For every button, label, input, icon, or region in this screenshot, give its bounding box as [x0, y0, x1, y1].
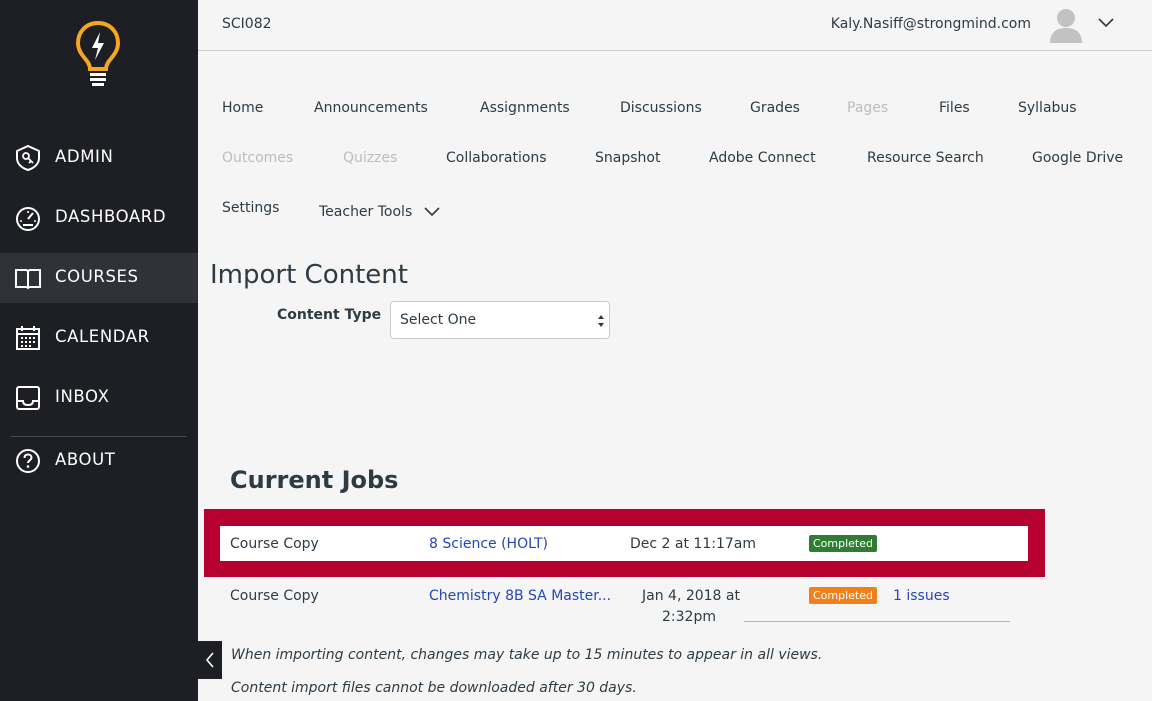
select-arrows-icon	[598, 315, 604, 327]
job-type: Course Copy	[230, 588, 319, 604]
sidebar-item-label: ADMIN	[55, 147, 114, 166]
sidebar-item-label: DASHBOARD	[55, 207, 167, 226]
course-nav-settings[interactable]: Settings	[222, 200, 279, 216]
question-icon	[16, 449, 40, 473]
page-title: Import Content	[210, 260, 408, 290]
status-badge: Completed	[809, 535, 877, 552]
import-note-delay: When importing content, changes may take…	[231, 647, 823, 663]
current-jobs-heading: Current Jobs	[230, 466, 399, 494]
global-sidebar: ADMIN DASHBOARD COURSES CALENDAR INBOX A…	[0, 0, 198, 701]
course-nav-google-drive[interactable]: Google Drive	[1032, 150, 1123, 166]
sidebar-item-about[interactable]: ABOUT	[0, 436, 198, 486]
sidebar-item-label: COURSES	[55, 267, 139, 286]
job-source-link[interactable]: Chemistry 8B SA Master...	[429, 588, 611, 604]
chevron-left-icon	[205, 652, 214, 668]
course-nav-outcomes: Outcomes	[222, 150, 294, 166]
course-nav-teacher-tools[interactable]: Teacher Tools	[319, 204, 441, 220]
course-nav-pages: Pages	[847, 100, 889, 116]
user-email[interactable]: Kaly.Nasiff@strongmind.com	[831, 16, 1031, 32]
content-type-label: Content Type	[277, 307, 382, 323]
chevron-down-icon[interactable]	[1097, 16, 1115, 30]
course-code[interactable]: SCI082	[222, 16, 272, 32]
dashboard-gauge-icon	[16, 207, 40, 231]
content-type-select[interactable]: Select One	[390, 301, 610, 339]
inbox-icon	[16, 386, 40, 410]
course-nav-resource-search[interactable]: Resource Search	[867, 150, 984, 166]
course-nav-quizzes: Quizzes	[343, 150, 398, 166]
sidebar-item-courses[interactable]: COURSES	[0, 253, 198, 303]
import-note-expiry: Content import files cannot be downloade…	[231, 680, 637, 696]
course-nav-snapshot[interactable]: Snapshot	[595, 150, 660, 166]
job-type: Course Copy	[230, 536, 319, 552]
job-date: Dec 2 at 11:17am	[630, 536, 756, 552]
avatar[interactable]	[1049, 7, 1083, 43]
sidebar-item-calendar[interactable]: CALENDAR	[0, 313, 198, 363]
course-nav-assignments[interactable]: Assignments	[480, 100, 570, 116]
calendar-icon	[16, 326, 40, 350]
course-nav-grades[interactable]: Grades	[750, 100, 800, 116]
sidebar-item-label: CALENDAR	[55, 327, 150, 346]
teacher-tools-label: Teacher Tools	[319, 204, 413, 220]
job-date: Jan 4, 2018 at	[642, 588, 740, 604]
course-nav-collaborations[interactable]: Collaborations	[446, 150, 547, 166]
course-nav-discussions[interactable]: Discussions	[620, 100, 702, 116]
row-divider	[744, 621, 1010, 622]
course-nav-adobe-connect[interactable]: Adobe Connect	[709, 150, 816, 166]
collapse-sidebar-button[interactable]	[198, 641, 222, 679]
job-issues-link[interactable]: 1 issues	[893, 588, 950, 604]
course-nav-syllabus[interactable]: Syllabus	[1018, 100, 1077, 116]
course-nav-announcements[interactable]: Announcements	[314, 100, 428, 116]
admin-shield-icon	[16, 144, 40, 172]
book-icon	[15, 269, 41, 290]
job-source-link[interactable]: 8 Science (HOLT)	[429, 536, 548, 552]
status-badge: Completed	[809, 587, 877, 604]
table-row	[220, 526, 1028, 561]
lightbulb-logo[interactable]	[74, 20, 122, 90]
sidebar-item-dashboard[interactable]: DASHBOARD	[0, 193, 198, 243]
sidebar-item-inbox[interactable]: INBOX	[0, 373, 198, 423]
chevron-down-icon	[424, 207, 440, 217]
top-header: SCI082 Kaly.Nasiff@strongmind.com	[198, 0, 1152, 51]
sidebar-item-label: ABOUT	[55, 450, 116, 469]
sidebar-item-admin[interactable]: ADMIN	[0, 133, 198, 183]
sidebar-item-label: INBOX	[55, 387, 110, 406]
content-type-value: Select One	[400, 312, 477, 328]
course-nav-home[interactable]: Home	[222, 100, 263, 116]
job-date-time: 2:32pm	[662, 609, 716, 625]
course-nav-files[interactable]: Files	[939, 100, 970, 116]
